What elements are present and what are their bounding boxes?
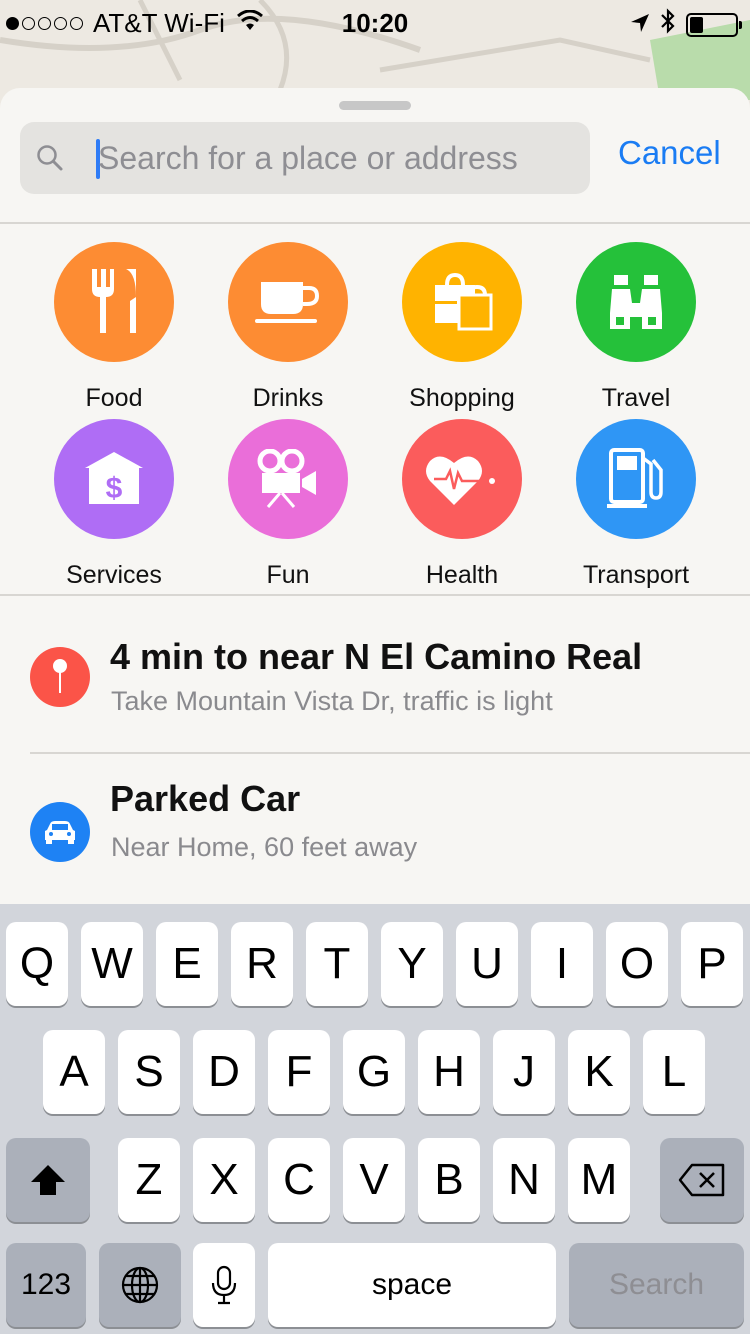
battery-icon xyxy=(686,12,742,37)
search-key[interactable]: Search xyxy=(569,1243,744,1327)
cancel-button[interactable]: Cancel xyxy=(618,134,721,172)
key-t[interactable]: T xyxy=(306,922,368,1006)
movie-camera-icon xyxy=(257,449,316,508)
search-input[interactable] xyxy=(98,132,578,184)
svg-text:$: $ xyxy=(106,472,123,505)
category-label: Transport xyxy=(582,561,690,589)
key-s[interactable]: S xyxy=(118,1030,180,1114)
key-n[interactable]: N xyxy=(493,1138,555,1222)
key-g[interactable]: G xyxy=(343,1030,405,1114)
category-health[interactable]: Health xyxy=(375,419,549,590)
divider xyxy=(0,222,750,224)
suggestion-subtitle: Take Mountain Vista Dr, traffic is light xyxy=(111,686,553,716)
category-drinks[interactable]: Drinks xyxy=(201,242,375,413)
binoculars-icon xyxy=(610,275,662,329)
key-b[interactable]: B xyxy=(418,1138,480,1222)
heart-pulse-icon xyxy=(426,456,495,505)
list-item[interactable]: 4 min to near N El Camino Real Take Moun… xyxy=(0,596,750,736)
numbers-key[interactable]: 123 xyxy=(6,1243,86,1327)
bluetooth-icon xyxy=(660,8,676,41)
coffee-cup-icon xyxy=(255,282,320,323)
key-v[interactable]: V xyxy=(343,1138,405,1222)
key-q[interactable]: Q xyxy=(6,922,68,1006)
key-u[interactable]: U xyxy=(456,922,518,1006)
status-bar: AT&T Wi-Fi 10:20 xyxy=(0,0,750,40)
list-item[interactable]: Parked Car Near Home, 60 feet away xyxy=(0,754,750,894)
pin-icon xyxy=(30,647,90,707)
category-label: Food xyxy=(85,384,143,412)
location-arrow-icon xyxy=(630,9,650,40)
category-label: Shopping xyxy=(409,384,515,412)
key-j[interactable]: J xyxy=(493,1030,555,1114)
keyboard: Q W E R T Y U I O P A S D F G H J K L Z … xyxy=(0,904,750,1334)
key-x[interactable]: X xyxy=(193,1138,255,1222)
search-sheet: Cancel Food Drinks xyxy=(0,88,750,904)
key-e[interactable]: E xyxy=(156,922,218,1006)
category-label: Fun xyxy=(266,561,310,589)
bank-icon: $ xyxy=(85,452,143,505)
globe-icon xyxy=(121,1266,159,1304)
category-label: Drinks xyxy=(252,384,324,412)
sheet-grabber[interactable] xyxy=(339,101,411,110)
key-z[interactable]: Z xyxy=(118,1138,180,1222)
key-m[interactable]: M xyxy=(568,1138,630,1222)
key-h[interactable]: H xyxy=(418,1030,480,1114)
category-label: Services xyxy=(66,561,162,589)
suggestion-title: 4 min to near N El Camino Real xyxy=(110,636,643,677)
category-label: Travel xyxy=(601,384,671,412)
category-label: Health xyxy=(425,561,499,589)
fuel-pump-icon xyxy=(607,448,663,508)
category-food[interactable]: Food xyxy=(27,242,201,413)
key-y[interactable]: Y xyxy=(381,922,443,1006)
key-o[interactable]: O xyxy=(606,922,668,1006)
key-a[interactable]: A xyxy=(43,1030,105,1114)
category-services[interactable]: $ Services xyxy=(27,419,201,590)
key-w[interactable]: W xyxy=(81,922,143,1006)
microphone-icon xyxy=(211,1265,237,1305)
category-travel[interactable]: Travel xyxy=(549,242,723,413)
key-c[interactable]: C xyxy=(268,1138,330,1222)
category-shopping[interactable]: Shopping xyxy=(375,242,549,413)
key-i[interactable]: I xyxy=(531,922,593,1006)
backspace-icon xyxy=(678,1163,725,1197)
key-l[interactable]: L xyxy=(643,1030,705,1114)
fork-knife-icon xyxy=(92,269,136,333)
delete-key[interactable] xyxy=(660,1138,744,1222)
category-transport[interactable]: Transport xyxy=(549,419,723,590)
search-field[interactable] xyxy=(20,122,590,194)
globe-key[interactable] xyxy=(99,1243,181,1327)
key-k[interactable]: K xyxy=(568,1030,630,1114)
suggestion-subtitle: Near Home, 60 feet away xyxy=(111,832,418,862)
search-icon xyxy=(36,144,64,177)
car-icon xyxy=(30,802,90,862)
key-f[interactable]: F xyxy=(268,1030,330,1114)
suggestion-title: Parked Car xyxy=(110,778,301,819)
key-p[interactable]: P xyxy=(681,922,743,1006)
dictation-key[interactable] xyxy=(193,1243,255,1327)
shift-arrow-icon xyxy=(31,1165,65,1195)
shopping-bag-icon xyxy=(435,272,493,331)
key-r[interactable]: R xyxy=(231,922,293,1006)
category-fun[interactable]: Fun xyxy=(201,419,375,590)
shift-key[interactable] xyxy=(6,1138,90,1222)
space-key[interactable]: space xyxy=(268,1243,556,1327)
key-d[interactable]: D xyxy=(193,1030,255,1114)
